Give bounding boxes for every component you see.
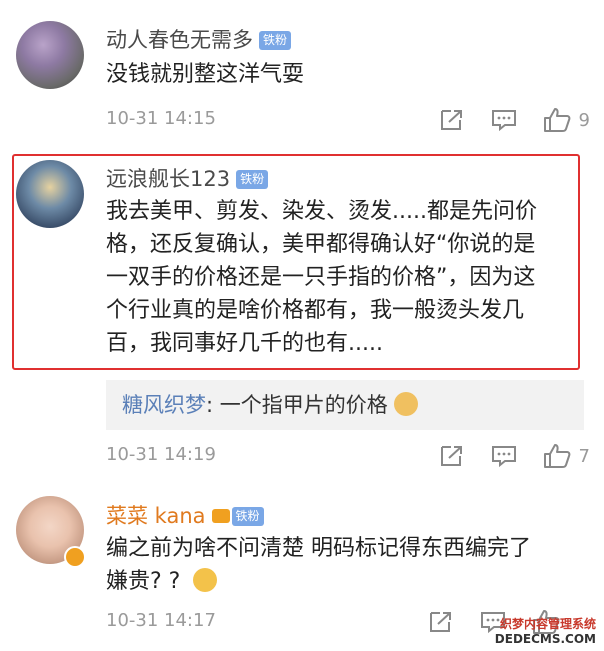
share-button[interactable] — [439, 108, 465, 132]
vip-crown-icon — [211, 509, 230, 523]
thumbs-up-icon — [543, 444, 570, 468]
comment-button[interactable] — [491, 444, 517, 468]
sweat-emoji-icon — [193, 568, 218, 592]
doge-emoji-icon — [394, 392, 419, 416]
comment-icon — [491, 110, 516, 132]
comment-author[interactable]: 动人春色无需多 铁粉 — [106, 24, 292, 54]
like-count: 9 — [578, 109, 590, 131]
comment-button[interactable] — [491, 108, 517, 132]
share-icon — [430, 612, 451, 632]
fan-badge: 铁粉 — [231, 507, 264, 526]
reply-preview[interactable]: 糖风织梦: 一个指甲片的价格 — [106, 380, 584, 430]
fan-badge: 铁粉 — [259, 31, 292, 50]
share-icon — [440, 110, 462, 130]
like-button[interactable]: 9 — [543, 107, 590, 133]
reply-text: : 一个指甲片的价格 — [206, 393, 388, 417]
watermark: 织梦内容管理系统 DEDECMS.COM — [495, 617, 596, 647]
author-name[interactable]: 动人春色无需多 — [106, 28, 253, 52]
highlight-box — [12, 154, 580, 370]
comment-time: 10-31 14:15 — [106, 108, 216, 129]
comment-author[interactable]: 菜菜 kana 铁粉 — [106, 500, 264, 530]
comment-text: 编之前为啥不问清楚 明码标记得东西编完了 嫌贵? ? — [106, 532, 576, 598]
author-name[interactable]: 菜菜 kana — [106, 504, 206, 528]
share-button[interactable] — [428, 610, 454, 634]
like-button[interactable]: 7 — [543, 443, 590, 469]
avatar[interactable] — [16, 21, 84, 89]
text-line: 编之前为啥不问清楚 明码标记得东西编完了 — [106, 536, 531, 561]
verified-badge-icon — [64, 546, 86, 568]
share-icon — [440, 446, 462, 466]
comment-icon — [491, 446, 516, 468]
comment-time: 10-31 14:19 — [106, 444, 216, 465]
watermark-line: DEDECMS.COM — [494, 632, 596, 646]
comment-actions: 7 — [413, 442, 590, 470]
share-button[interactable] — [439, 444, 465, 468]
comment-text: 没钱就别整这洋气耍 — [106, 62, 305, 87]
comment-time: 10-31 14:17 — [106, 610, 216, 631]
text-line: 嫌贵? ? — [106, 569, 181, 594]
text-line-with-emoji: 嫌贵? ? — [106, 565, 576, 598]
like-count: 7 — [578, 445, 590, 467]
thumbs-up-icon — [543, 108, 570, 132]
watermark-line: 织梦内容管理系统 — [499, 617, 596, 631]
comment-actions: 9 — [413, 106, 590, 134]
reply-author[interactable]: 糖风织梦 — [122, 393, 206, 417]
